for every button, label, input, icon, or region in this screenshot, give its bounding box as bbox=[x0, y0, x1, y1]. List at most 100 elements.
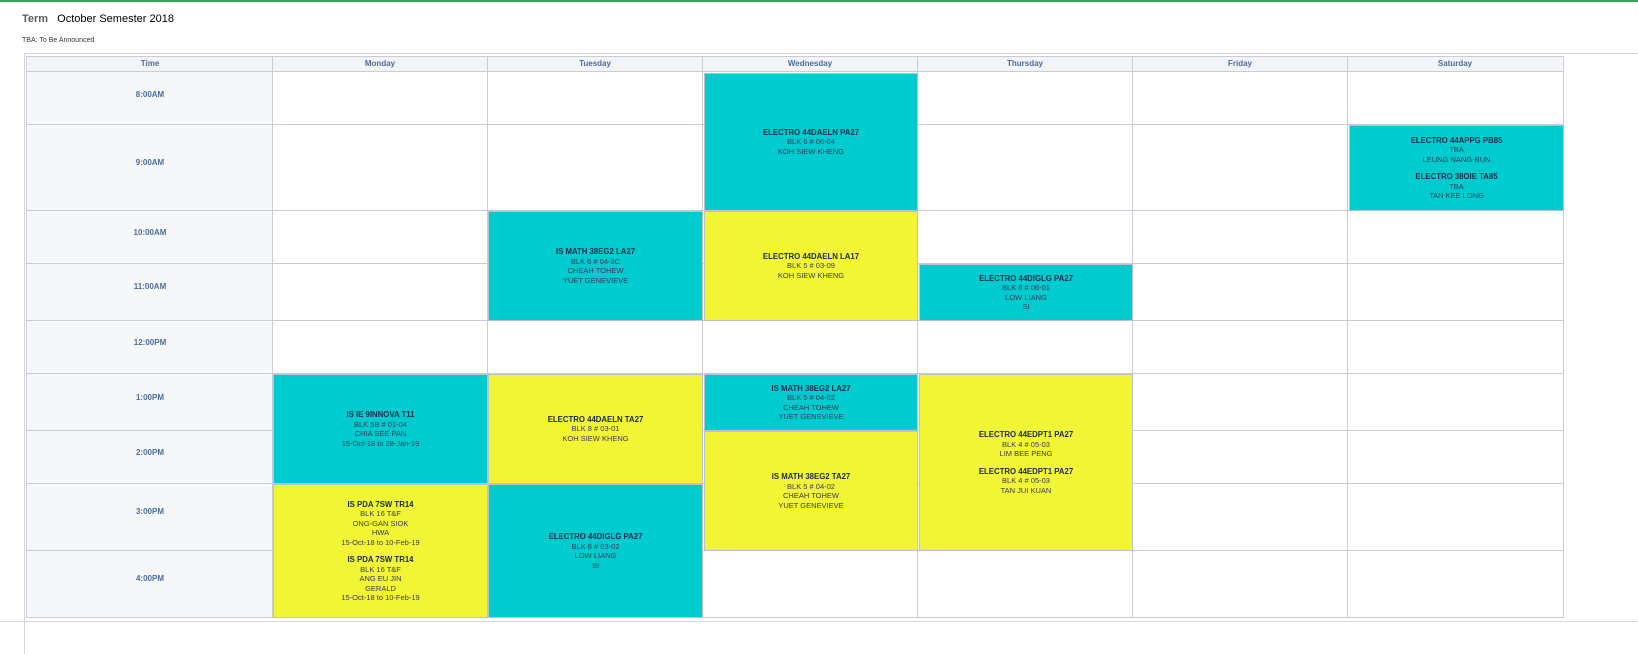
class-group: IS PDA 7SW TR14 BLK 16 T&F ANG EU JIN GE… bbox=[341, 555, 419, 603]
class-detail: BLK 6 # 04-3C bbox=[570, 256, 621, 266]
time-slot: 11:00AM bbox=[28, 264, 272, 320]
class-group: IS PDA 7SW TR14 BLK 16 T&F ONG-GAN SIOK … bbox=[341, 500, 419, 548]
class-block[interactable]: IS IE 9INNOVA T11 BLK 5B # 01-04 CHIA SE… bbox=[273, 374, 488, 484]
grid-line bbox=[26, 617, 1564, 618]
class-group: ELECTRO 44DIGLG PA27 BLK 8 # 03-02 LOW L… bbox=[549, 532, 643, 570]
class-detail: KOH SIEW KHENG bbox=[562, 433, 629, 443]
class-detail: BLK 5 # 03-09 bbox=[787, 261, 835, 271]
time-slot: 4:00PM bbox=[28, 551, 272, 617]
class-code: ELECTRO 38OIE TA85 bbox=[1415, 172, 1498, 181]
class-detail: BLK 8 # 03-02 bbox=[571, 541, 620, 551]
class-detail: BLK 6 # 06-04 bbox=[787, 137, 835, 147]
class-detail: CHEAH TOHEW bbox=[783, 491, 839, 500]
class-code: ELECTRO 44EDPT1 PA27 bbox=[978, 466, 1074, 476]
class-detail: TAN KEE LONG bbox=[1429, 191, 1484, 200]
class-detail: CHEAH TOHEW bbox=[783, 402, 839, 412]
class-code: ELECTRO 44DIGLG PA27 bbox=[979, 273, 1073, 283]
class-block[interactable]: ELECTRO 44APPG PB85 TBA LEUNG NANG-BUN E… bbox=[1349, 125, 1564, 211]
time-slot: 8:00AM bbox=[28, 72, 272, 124]
class-group: ELECTRO 44DIGLG PA27 BLK 6 # 06-01 LOW L… bbox=[979, 274, 1073, 312]
class-group: IS MATH 38EG2 LA27 BLK 5 # 04-02 CHEAH T… bbox=[771, 384, 850, 422]
class-group: IS IE 9INNOVA T11 BLK 5B # 01-04 CHIA SE… bbox=[342, 410, 420, 448]
time-label: 10:00AM bbox=[133, 228, 167, 237]
class-code: ELECTRO 44DAELN LA17 bbox=[762, 251, 860, 261]
class-detail: BLK 6 # 06-01 bbox=[1002, 283, 1050, 292]
header-friday: Friday bbox=[1133, 57, 1347, 71]
class-block[interactable]: ELECTRO 44DAELN PA27 BLK 6 # 06-04 KOH S… bbox=[704, 73, 918, 211]
class-detail: 15-Oct-18 to 28-Jan-19 bbox=[341, 438, 420, 448]
header-time: Time bbox=[28, 57, 272, 71]
time-slot: 10:00AM bbox=[28, 211, 272, 263]
class-group: ELECTRO 44EDPT1 PA27 BLK 4 # 05-03 LIM B… bbox=[979, 430, 1073, 459]
time-label: 4:00PM bbox=[135, 574, 164, 583]
header-wednesday: Wednesday bbox=[703, 57, 917, 71]
class-block[interactable]: ELECTRO 44DAELN TA27 BLK 8 # 03-01 KOH S… bbox=[488, 374, 703, 484]
class-detail: 15-Oct-18 to 10-Feb-19 bbox=[341, 593, 420, 602]
class-code: ELECTRO 44DAELN TA27 bbox=[547, 414, 644, 424]
class-code: IS MATH 38EG2 TA27 bbox=[771, 472, 851, 481]
class-code: IS MATH 38EG2 LA27 bbox=[771, 383, 851, 393]
class-block[interactable]: ELECTRO 44DIGLG PA27 BLK 6 # 06-01 LOW L… bbox=[919, 264, 1133, 321]
grid-line bbox=[26, 71, 1564, 72]
header-tuesday: Tuesday bbox=[488, 57, 702, 71]
header-thursday: Thursday bbox=[918, 57, 1132, 71]
tba-note: TBA: To Be Announced bbox=[22, 37, 95, 44]
class-group: ELECTRO 44EDPT1 PA27 BLK 4 # 05-03 TAN J… bbox=[979, 467, 1073, 496]
class-code: IS PDA 7SW TR14 bbox=[347, 555, 414, 564]
time-label: 9:00AM bbox=[135, 158, 165, 167]
class-detail: BLK 16 T&F bbox=[360, 509, 401, 518]
time-label: 11:00AM bbox=[133, 282, 167, 291]
class-detail: CHIA SEE PAN bbox=[354, 429, 407, 438]
class-detail: SI bbox=[1022, 302, 1030, 311]
class-block[interactable]: IS MATH 38EG2 LA27 BLK 5 # 04-02 CHEAH T… bbox=[704, 374, 918, 431]
class-detail: BLK 5B # 01-04 bbox=[354, 419, 407, 429]
top-accent-line bbox=[0, 0, 1638, 2]
class-group: ELECTRO 44APPG PB85 TBA LEUNG NANG-BUN bbox=[1411, 136, 1503, 165]
class-detail: LEUNG NANG-BUN bbox=[1422, 154, 1491, 164]
class-block[interactable]: IS MATH 38EG2 TA27 BLK 5 # 04-02 CHEAH T… bbox=[704, 431, 918, 551]
class-group: ELECTRO 38OIE TA85 TBA TAN KEE LONG bbox=[1415, 172, 1497, 201]
class-group: ELECTRO 44DAELN LA17 BLK 5 # 03-09 KOH S… bbox=[763, 252, 859, 281]
time-slot: 1:00PM bbox=[28, 374, 272, 430]
class-detail: TBA bbox=[1449, 145, 1464, 154]
class-group: ELECTRO 44DAELN TA27 BLK 8 # 03-01 KOH S… bbox=[548, 415, 644, 444]
header-monday: Monday bbox=[273, 57, 487, 71]
class-block[interactable]: ELECTRO 44EDPT1 PA27 BLK 4 # 05-03 LIM B… bbox=[919, 374, 1133, 551]
header-saturday: Saturday bbox=[1348, 57, 1562, 71]
grid-line bbox=[26, 56, 1564, 57]
class-detail: KOH SIEW KHENG bbox=[777, 270, 845, 280]
class-block[interactable]: IS PDA 7SW TR14 BLK 16 T&F ONG-GAN SIOK … bbox=[273, 484, 488, 618]
class-detail: HWA bbox=[371, 528, 390, 537]
class-code: ELECTRO 44APPG PB85 bbox=[1410, 135, 1503, 145]
class-detail: BLK 5 # 04-02 bbox=[787, 481, 835, 491]
class-detail: ANG EU JIN bbox=[359, 574, 402, 583]
class-detail: ONG-GAN SIOK bbox=[352, 518, 409, 528]
class-block[interactable]: ELECTRO 44DIGLG PA27 BLK 8 # 03-02 LOW L… bbox=[488, 484, 703, 618]
class-code: ELECTRO 44DAELN PA27 bbox=[762, 127, 860, 137]
time-slot: 2:00PM bbox=[28, 431, 272, 483]
class-detail: LIM BEE PENG bbox=[999, 449, 1053, 458]
class-block[interactable]: IS MATH 38EG2 LA27 BLK 6 # 04-3C CHEAH T… bbox=[488, 211, 703, 321]
class-group: IS MATH 38EG2 TA27 BLK 5 # 04-02 CHEAH T… bbox=[772, 472, 851, 510]
class-detail: LOW LIANG bbox=[1005, 292, 1047, 302]
grid-line bbox=[26, 56, 27, 618]
time-label: 1:00PM bbox=[135, 393, 164, 402]
time-slot: 12:00PM bbox=[28, 321, 272, 373]
class-detail: YUET GENEVIEVE bbox=[778, 500, 844, 510]
grid-line bbox=[1347, 56, 1348, 618]
time-label: 3:00PM bbox=[135, 507, 164, 516]
time-label: 2:00PM bbox=[135, 448, 164, 457]
class-group: ELECTRO 44DAELN PA27 BLK 6 # 06-04 KOH S… bbox=[763, 128, 859, 157]
class-code: IS PDA 7SW TR14 bbox=[347, 499, 414, 509]
bottom-divider bbox=[0, 621, 1638, 622]
term-label: Term bbox=[22, 13, 49, 25]
time-label: 12:00PM bbox=[133, 338, 167, 347]
class-detail: CHEAH TOHEW bbox=[567, 266, 624, 275]
term-row: Term October Semester 2018 bbox=[22, 13, 174, 25]
class-code: ELECTRO 44EDPT1 PA27 bbox=[978, 430, 1074, 439]
term-value: October Semester 2018 bbox=[57, 13, 174, 25]
time-label: 8:00AM bbox=[135, 90, 165, 99]
class-code: IS IE 9INNOVA T11 bbox=[346, 410, 415, 419]
class-detail: BLK 8 # 03-01 bbox=[571, 424, 620, 434]
class-block[interactable]: ELECTRO 44DAELN LA17 BLK 5 # 03-09 KOH S… bbox=[704, 211, 918, 321]
